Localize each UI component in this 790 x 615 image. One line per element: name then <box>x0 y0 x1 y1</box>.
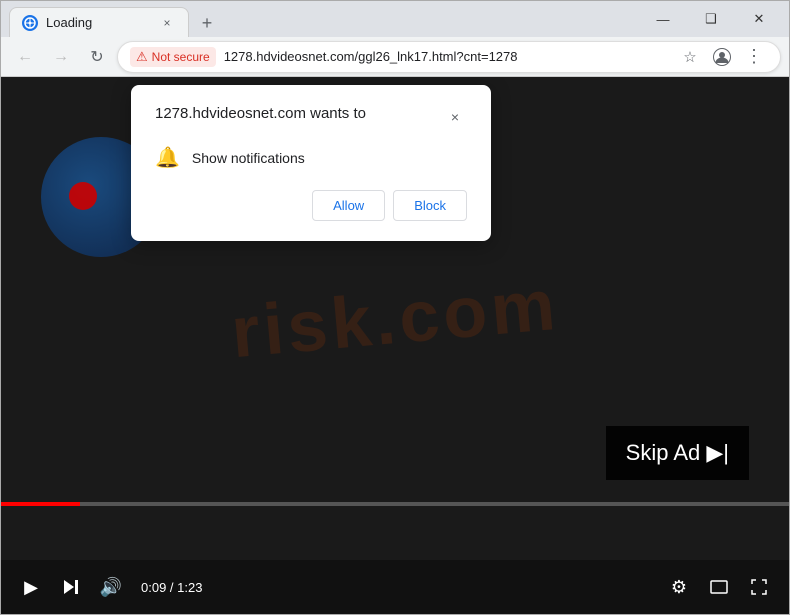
time-total: 1:23 <box>177 580 202 595</box>
video-controls: ▶ 🔊 0:09 / 1:23 ⚙ <box>1 560 789 614</box>
maximize-button[interactable]: ❑ <box>689 3 733 35</box>
watermark-text: risk.com <box>228 263 562 373</box>
next-button[interactable] <box>57 573 85 601</box>
title-bar: Loading × + — ❑ ✕ <box>1 1 789 37</box>
block-button[interactable]: Block <box>393 190 467 221</box>
url-bar[interactable]: ⚠ Not secure 1278.hdvideosnet.com/ggl26_… <box>117 41 781 73</box>
tab-favicon <box>22 15 38 31</box>
refresh-button[interactable]: ↻ <box>81 41 113 73</box>
minimize-button[interactable]: — <box>641 3 685 35</box>
popup-title: 1278.hdvideosnet.com wants to <box>155 105 366 122</box>
permission-text: Show notifications <box>192 150 305 166</box>
tab-bar: Loading × + <box>9 1 625 37</box>
popup-permission: 🔔 Show notifications <box>155 145 467 170</box>
skip-ad-button[interactable]: Skip Ad ▶| <box>606 426 749 480</box>
fullscreen-button[interactable] <box>745 573 773 601</box>
new-tab-button[interactable]: + <box>193 9 221 37</box>
close-window-button[interactable]: ✕ <box>737 3 781 35</box>
address-bar: ← → ↻ ⚠ Not secure 1278.hdvideosnet.com/… <box>1 37 789 77</box>
popup-close-button[interactable]: × <box>443 105 467 129</box>
tab-title: Loading <box>46 15 150 30</box>
active-tab[interactable]: Loading × <box>9 7 189 37</box>
progress-bar[interactable] <box>1 502 789 506</box>
url-text: 1278.hdvideosnet.com/ggl26_lnk17.html?cn… <box>224 49 668 64</box>
bell-icon: 🔔 <box>155 145 180 170</box>
progress-fill <box>1 502 80 506</box>
not-secure-badge: ⚠ Not secure <box>130 47 216 67</box>
popup-header: 1278.hdvideosnet.com wants to × <box>155 105 467 129</box>
time-current: 0:09 <box>141 580 166 595</box>
settings-button[interactable]: ⚙ <box>665 573 693 601</box>
not-secure-label: Not secure <box>152 50 210 64</box>
browser-menu-button[interactable]: ⋮ <box>740 43 768 71</box>
time-separator: / <box>166 580 177 595</box>
window-controls: — ❑ ✕ <box>641 3 781 35</box>
play-button[interactable]: ▶ <box>17 573 45 601</box>
browser-window: Loading × + — ❑ ✕ ← → ↻ ⚠ Not secure 127… <box>0 0 790 615</box>
warning-icon: ⚠ <box>136 49 148 65</box>
popup-buttons: Allow Block <box>155 190 467 221</box>
back-button[interactable]: ← <box>9 41 41 73</box>
url-icons: ☆ ⋮ <box>676 43 768 71</box>
video-area: risk.com 1278.hdvideosnet.com wants to ×… <box>1 77 789 560</box>
theater-button[interactable] <box>705 573 733 601</box>
content-area: risk.com 1278.hdvideosnet.com wants to ×… <box>1 77 789 614</box>
forward-button[interactable]: → <box>45 41 77 73</box>
profile-icon[interactable] <box>708 43 736 71</box>
allow-button[interactable]: Allow <box>312 190 385 221</box>
time-display: 0:09 / 1:23 <box>141 580 202 595</box>
volume-button[interactable]: 🔊 <box>97 573 125 601</box>
bookmark-icon[interactable]: ☆ <box>676 43 704 71</box>
notification-popup: 1278.hdvideosnet.com wants to × 🔔 Show n… <box>131 85 491 241</box>
tab-close-button[interactable]: × <box>158 14 176 32</box>
